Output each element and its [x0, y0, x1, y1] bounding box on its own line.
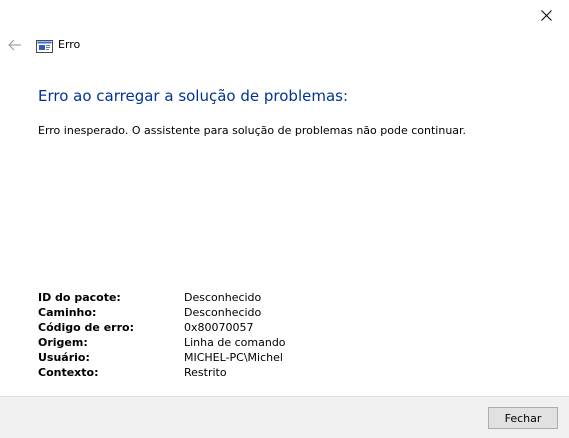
detail-value: MICHEL-PC\Michel — [184, 351, 283, 364]
detail-value: 0x80070057 — [184, 321, 254, 334]
detail-value: Restrito — [184, 366, 227, 379]
close-dialog-button[interactable]: Fechar — [488, 407, 558, 429]
detail-label: Usuário: — [38, 351, 90, 364]
detail-value: Linha de comando — [184, 336, 286, 349]
detail-label: Caminho: — [38, 306, 97, 319]
detail-row-error-code: Código de erro: 0x80070057 — [38, 320, 286, 335]
back-button[interactable] — [6, 37, 24, 53]
close-icon — [540, 10, 552, 21]
error-message: Erro inesperado. O assistente para soluç… — [38, 124, 467, 137]
window-title: Erro — [58, 38, 81, 51]
troubleshooter-icon — [36, 38, 53, 53]
detail-row-package-id: ID do pacote: Desconhecido — [38, 290, 286, 305]
detail-label: Origem: — [38, 336, 88, 349]
detail-value: Desconhecido — [184, 291, 262, 304]
troubleshooter-window: Erro Erro ao carregar a solução de probl… — [0, 0, 569, 438]
back-arrow-icon — [8, 36, 22, 55]
detail-row-user: Usuário: MICHEL-PC\Michel — [38, 350, 286, 365]
detail-row-path: Caminho: Desconhecido — [38, 305, 286, 320]
error-heading: Erro ao carregar a solução de problemas: — [38, 87, 349, 105]
detail-row-origin: Origem: Linha de comando — [38, 335, 286, 350]
detail-row-context: Contexto: Restrito — [38, 365, 286, 380]
detail-label: ID do pacote: — [38, 291, 121, 304]
close-button[interactable] — [523, 0, 569, 31]
detail-label: Código de erro: — [38, 321, 134, 334]
detail-value: Desconhecido — [184, 306, 262, 319]
error-details: ID do pacote: Desconhecido Caminho: Desc… — [38, 290, 286, 380]
dialog-footer: Fechar — [0, 396, 569, 438]
detail-label: Contexto: — [38, 366, 99, 379]
